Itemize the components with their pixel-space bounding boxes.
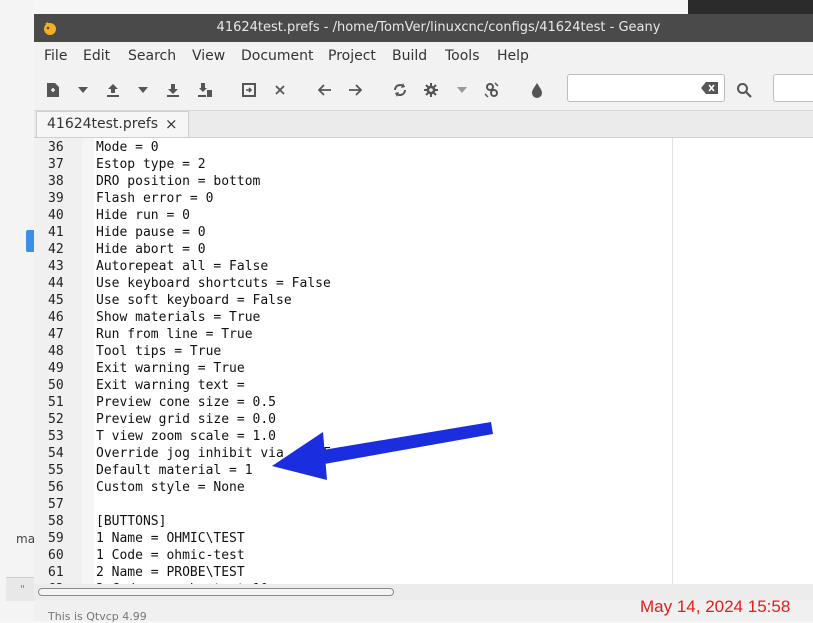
revert-icon[interactable] <box>239 80 259 100</box>
line-number: 61 <box>48 565 64 580</box>
line-text: Estop type = 2 <box>96 157 206 172</box>
line-text: 1 Code = ohmic-test <box>96 548 245 563</box>
reload-icon[interactable] <box>390 80 410 100</box>
save-icon[interactable] <box>163 80 183 100</box>
menu-view[interactable]: View <box>192 48 225 64</box>
back-icon[interactable] <box>315 80 335 100</box>
line-text: Default material = 1 <box>96 463 253 478</box>
build-dropdown-icon[interactable] <box>452 80 472 100</box>
line-text: Exit warning = True <box>96 361 245 376</box>
line-number: 44 <box>48 276 64 291</box>
geany-window: 41624test.prefs - /home/TomVer/linuxcnc/… <box>34 14 813 600</box>
fold-margin <box>82 138 94 584</box>
line-number: 48 <box>48 344 64 359</box>
background-top-right <box>688 0 813 14</box>
background-bottom-text: This is Qtvcp 4.99 <box>48 610 147 623</box>
menu-bar: File Edit Search View Document Project B… <box>34 42 813 70</box>
line-text: T view zoom scale = 1.0 <box>96 429 277 444</box>
line-number: 58 <box>48 514 64 529</box>
line-number: 50 <box>48 378 64 393</box>
line-number: 37 <box>48 157 64 172</box>
search-icon[interactable] <box>734 80 754 100</box>
line-text: Preview grid size = 0.0 <box>96 412 277 427</box>
line-text: Hide pause = 0 <box>96 225 206 240</box>
menu-build[interactable]: Build <box>392 48 427 64</box>
line-number: 39 <box>48 191 64 206</box>
line-number: 42 <box>48 242 64 257</box>
line-text: 1 Name = OHMIC\TEST <box>96 531 245 546</box>
line-text: Autorepeat all = False <box>96 259 269 274</box>
menu-document[interactable]: Document <box>241 48 314 64</box>
line-number: 40 <box>48 208 64 223</box>
line-text: Custom style = None <box>96 480 245 495</box>
line-text: Use keyboard shortcuts = False <box>96 276 331 291</box>
compile-icon[interactable] <box>421 80 441 100</box>
title-bar[interactable]: 41624test.prefs - /home/TomVer/linuxcnc/… <box>34 14 813 42</box>
tab-41624test-prefs[interactable]: 41624test.prefs × <box>36 111 189 137</box>
background-left-text: ma <box>16 532 36 546</box>
line-number: 45 <box>48 293 64 308</box>
menu-edit[interactable]: Edit <box>83 48 110 64</box>
code-editor[interactable]: 36 Mode = 0 37 Estop type = 2 38 DRO position… <box>34 138 813 584</box>
line-number: 56 <box>48 480 64 495</box>
tab-close-button[interactable]: × <box>165 115 178 133</box>
line-text: Override jog inhibit via ... False <box>96 446 363 461</box>
line-number: 55 <box>48 463 64 478</box>
goto-line-input[interactable] <box>773 74 813 102</box>
run-icon[interactable] <box>482 80 502 100</box>
close-icon[interactable] <box>270 80 290 100</box>
line-text: 2 Name = PROBE\TEST <box>96 565 245 580</box>
new-file-icon[interactable] <box>43 80 63 100</box>
line-text: Run from line = True <box>96 327 253 342</box>
menu-file[interactable]: File <box>44 48 67 64</box>
line-text: Tool tips = True <box>96 344 222 359</box>
line-number: 53 <box>48 429 64 444</box>
window-title: 41624test.prefs - /home/TomVer/linuxcnc/… <box>216 20 661 35</box>
line-number: 36 <box>48 140 64 155</box>
line-number: 60 <box>48 548 64 563</box>
line-number: 59 <box>48 531 64 546</box>
line-text: Show materials = True <box>96 310 261 325</box>
forward-icon[interactable] <box>345 80 365 100</box>
search-input[interactable] <box>567 74 725 102</box>
line-text: DRO position = bottom <box>96 174 261 189</box>
background-window-left <box>0 0 34 621</box>
line-number: 38 <box>48 174 64 189</box>
toolbar <box>34 70 813 111</box>
line-text: Mode = 0 <box>96 140 159 155</box>
line-text: Hide abort = 0 <box>96 242 206 257</box>
scrollbar-thumb[interactable] <box>38 588 394 596</box>
background-highlight <box>26 230 34 252</box>
color-picker-icon[interactable] <box>527 80 547 100</box>
line-number: 46 <box>48 310 64 325</box>
line-number: 49 <box>48 361 64 376</box>
tab-label: 41624test.prefs <box>47 116 159 132</box>
line-number: 54 <box>48 446 64 461</box>
document-tabs: 41624test.prefs × <box>34 111 813 138</box>
line-number: 41 <box>48 225 64 240</box>
timestamp-overlay: May 14, 2024 15:58 <box>640 597 791 616</box>
line-text: Preview cone size = 0.5 <box>96 395 277 410</box>
save-all-icon[interactable] <box>195 80 215 100</box>
open-dropdown-icon[interactable] <box>133 80 153 100</box>
background-left-bottom: " <box>6 577 34 601</box>
line-text: Flash error = 0 <box>96 191 214 206</box>
new-dropdown-icon[interactable] <box>73 80 93 100</box>
line-number: 43 <box>48 259 64 274</box>
line-text: Use soft keyboard = False <box>96 293 292 308</box>
menu-search[interactable]: Search <box>128 48 176 64</box>
line-text: [BUTTONS] <box>96 514 167 529</box>
line-number: 51 <box>48 395 64 410</box>
clear-icon[interactable] <box>701 81 719 95</box>
menu-help[interactable]: Help <box>497 48 529 64</box>
long-line-marker <box>672 138 673 584</box>
line-text: Exit warning text = <box>96 378 245 393</box>
line-number: 47 <box>48 327 64 342</box>
menu-project[interactable]: Project <box>328 48 376 64</box>
open-file-icon[interactable] <box>103 80 123 100</box>
line-text: Hide run = 0 <box>96 208 190 223</box>
line-number: 57 <box>48 497 64 512</box>
menu-tools[interactable]: Tools <box>445 48 480 64</box>
line-number: 52 <box>48 412 64 427</box>
